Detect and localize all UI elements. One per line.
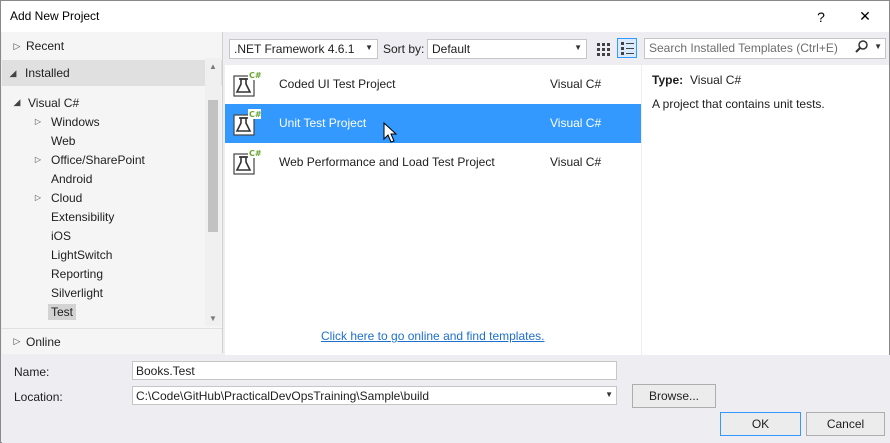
svg-text:C#: C# — [249, 110, 261, 119]
framework-dropdown[interactable]: .NET Framework 4.6.1 ▼ — [229, 39, 378, 59]
location-value: C:\Code\GitHub\PracticalDevOpsTraining\S… — [136, 389, 430, 403]
project-form: Name: Books.Test Location: C:\Code\GitHu… — [2, 355, 890, 443]
test-flask-icon: C# — [233, 148, 262, 176]
chevron-down-icon: ▼ — [365, 43, 373, 52]
search-placeholder: Search Installed Templates (Ctrl+E) — [649, 41, 838, 55]
template-list: C# Coded UI Test Project Visual C# C# Unit T… — [225, 65, 641, 355]
tree-item-android[interactable]: Android — [32, 169, 95, 188]
tree-item-label: Cloud — [51, 190, 83, 205]
tree-item-reporting[interactable]: Reporting — [32, 264, 106, 283]
section-label: Online — [26, 334, 61, 349]
tree-section-online[interactable]: ▷ Online — [2, 328, 222, 354]
tree-item-test[interactable]: Test — [32, 302, 77, 321]
expand-arrow-icon[interactable]: ▷ — [32, 155, 44, 164]
tree-item-label: Test — [48, 303, 77, 320]
tree-item-label: Windows — [51, 114, 100, 129]
list-icon — [621, 42, 634, 55]
tree-item-office-sharepoint[interactable]: ▷ Office/SharePoint — [32, 150, 148, 169]
template-language: Visual C# — [550, 77, 602, 91]
expand-arrow-icon[interactable]: ▷ — [32, 193, 44, 202]
location-label: Location: — [14, 390, 63, 404]
tree-item-windows[interactable]: ▷ Windows — [32, 112, 103, 131]
tree-item-label: iOS — [51, 228, 72, 243]
framework-value: .NET Framework 4.6.1 — [234, 42, 355, 56]
ok-button[interactable]: OK — [720, 412, 801, 436]
search-icon[interactable] — [855, 40, 869, 57]
tree-item-lightswitch[interactable]: LightSwitch — [32, 245, 115, 264]
tree-section-recent[interactable]: ▷ Recent — [2, 33, 222, 59]
tree-item-label: LightSwitch — [51, 247, 113, 262]
help-button[interactable]: ? — [804, 1, 838, 32]
template-row[interactable]: C# Coded UI Test Project Visual C# — [225, 65, 641, 104]
scroll-up-icon[interactable]: ▲ — [205, 58, 221, 74]
name-label: Name: — [14, 365, 50, 379]
tree-item-label: Reporting — [51, 266, 104, 281]
collapse-arrow-icon: ◢ — [13, 97, 21, 107]
tree-item-label: Android — [51, 171, 93, 186]
project-name-input[interactable]: Books.Test — [132, 361, 617, 380]
sort-dropdown[interactable]: Default ▼ — [427, 39, 587, 59]
template-name: Coded UI Test Project — [279, 77, 396, 91]
tree-item-silverlight[interactable]: Silverlight — [32, 283, 106, 302]
tree-section-installed[interactable]: ◢ Installed — [2, 60, 222, 86]
close-button[interactable]: ✕ — [848, 1, 882, 32]
sort-value: Default — [432, 42, 471, 56]
tree-item-visual-csharp[interactable]: ◢ Visual C# — [11, 93, 80, 112]
tree-item-label: Extensibility — [51, 209, 115, 224]
tree-item-cloud[interactable]: ▷ Cloud — [32, 188, 85, 207]
svg-text:C#: C# — [249, 149, 261, 158]
list-view-button[interactable] — [617, 38, 637, 58]
tree-item-ios[interactable]: iOS — [32, 226, 74, 245]
template-description: A project that contains unit tests. — [652, 97, 825, 111]
type-value: Visual C# — [690, 73, 742, 87]
svg-text:C#: C# — [249, 71, 261, 80]
tree-item-web[interactable]: Web — [32, 131, 78, 150]
template-name: Unit Test Project — [279, 116, 367, 130]
category-tree: ▷ Recent ◢ Installed ◢ Visual C# ▷ Window… — [2, 32, 223, 354]
template-row[interactable]: C# Web Performance and Load Test Project V… — [225, 143, 641, 182]
sort-label: Sort by: — [383, 42, 425, 56]
tree-item-label: Office/SharePoint — [51, 152, 145, 167]
expand-arrow-icon: ▷ — [13, 40, 21, 51]
type-label: Type: — [652, 73, 684, 87]
add-new-project-dialog: Add New Project ? ✕ ▷ Recent ◢ Installed… — [0, 0, 890, 443]
collapse-arrow-icon: ◢ — [9, 67, 17, 78]
title-bar: Add New Project ? ✕ — [1, 1, 889, 32]
dialog-title: Add New Project — [10, 9, 100, 23]
small-icons-view-button[interactable] — [593, 39, 613, 59]
template-row[interactable]: C# Unit Test Project Visual C# — [225, 104, 641, 143]
chevron-down-icon: ▼ — [574, 43, 582, 52]
expand-arrow-icon[interactable]: ▷ — [32, 117, 44, 126]
grid-icon — [597, 43, 610, 56]
template-language: Visual C# — [550, 155, 602, 169]
test-flask-icon: C# — [233, 109, 262, 137]
template-name: Web Performance and Load Test Project — [279, 155, 495, 169]
chevron-down-icon[interactable]: ▼ — [874, 42, 882, 51]
template-search-input[interactable]: Search Installed Templates (Ctrl+E) ▼ — [644, 38, 886, 59]
test-flask-icon: C# — [233, 70, 262, 98]
cancel-button[interactable]: Cancel — [806, 412, 885, 436]
tree-item-extensibility[interactable]: Extensibility — [32, 207, 117, 226]
section-label: Installed — [25, 66, 70, 80]
mouse-cursor-icon — [383, 121, 398, 147]
section-label: Recent — [26, 39, 65, 53]
chevron-down-icon[interactable]: ▼ — [605, 390, 613, 399]
online-templates-link[interactable]: Click here to go online and find templat… — [321, 329, 544, 343]
scrollbar-thumb[interactable] — [208, 100, 218, 232]
tree-item-label: Visual C# — [28, 95, 80, 110]
tree-item-label: Silverlight — [51, 285, 104, 300]
browse-button[interactable]: Browse... — [632, 384, 716, 408]
tree-item-label: Web — [51, 133, 76, 148]
location-input[interactable]: C:\Code\GitHub\PracticalDevOpsTraining\S… — [132, 386, 617, 405]
template-language: Visual C# — [550, 116, 602, 130]
expand-arrow-icon: ▷ — [13, 336, 21, 346]
template-details: Type: Visual C# A project that contains … — [642, 65, 889, 355]
scroll-down-icon[interactable]: ▼ — [205, 310, 221, 326]
